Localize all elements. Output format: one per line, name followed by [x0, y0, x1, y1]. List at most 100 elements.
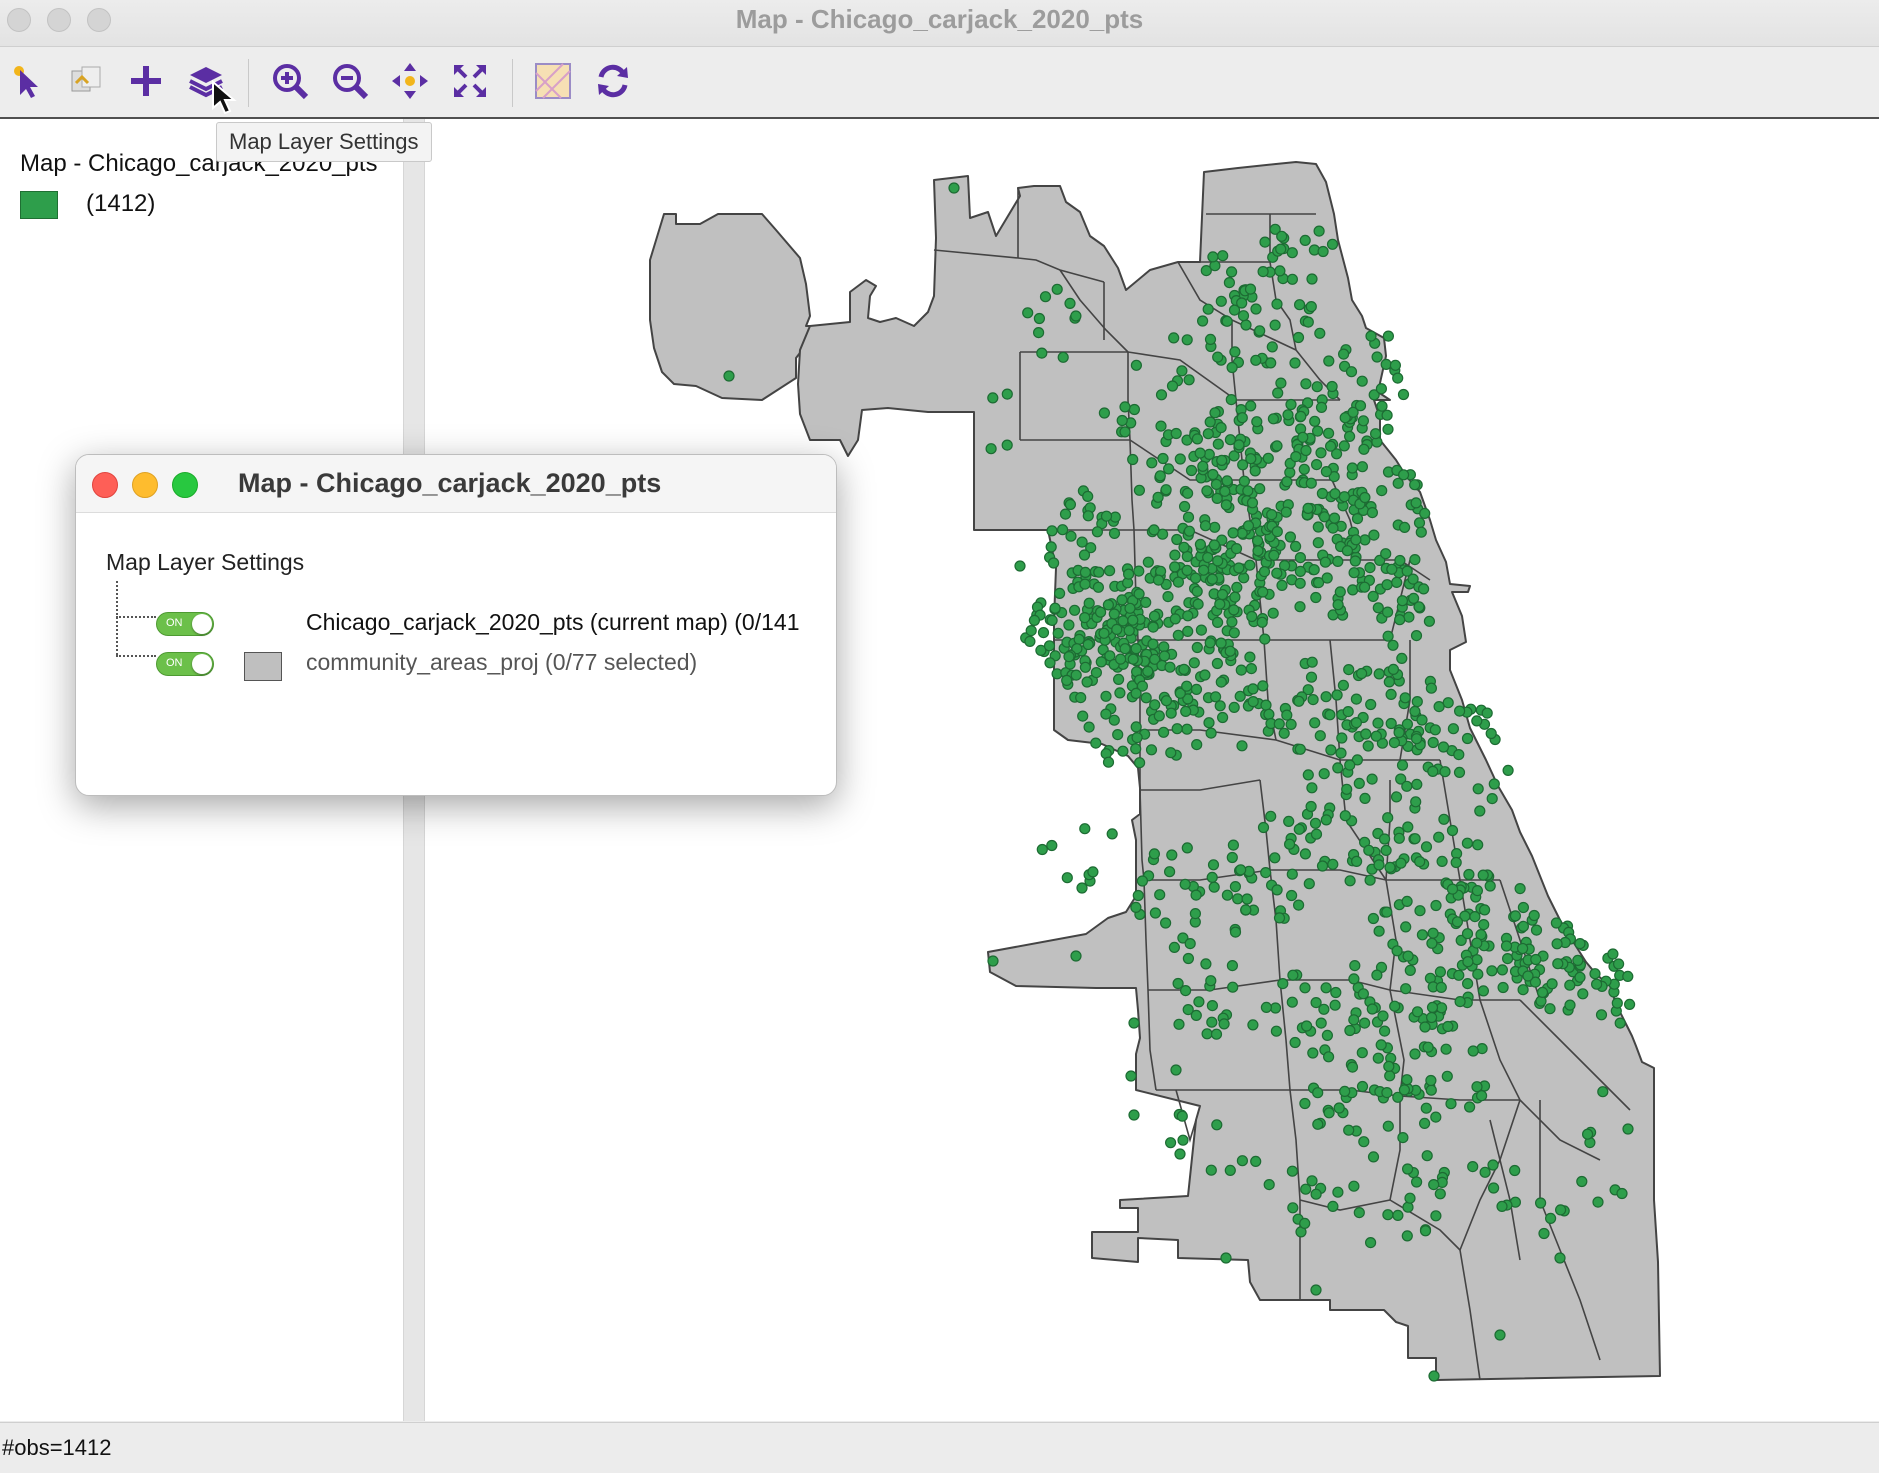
carjack-point[interactable]	[1039, 291, 1052, 303]
carjack-point[interactable]	[1242, 485, 1254, 497]
carjack-point[interactable]	[1073, 633, 1085, 646]
dialog-zoom-button[interactable]	[172, 472, 198, 498]
carjack-point[interactable]	[1494, 1329, 1506, 1341]
carjack-point[interactable]	[1233, 439, 1245, 451]
carjack-point[interactable]	[1346, 1061, 1359, 1073]
carjack-point[interactable]	[1269, 319, 1281, 331]
carjack-point[interactable]	[1271, 526, 1283, 538]
carjack-point[interactable]	[1427, 736, 1439, 749]
carjack-point[interactable]	[1399, 692, 1411, 704]
carjack-point[interactable]	[1415, 526, 1427, 538]
carjack-point[interactable]	[1381, 606, 1394, 618]
carjack-point[interactable]	[1043, 640, 1056, 652]
carjack-point[interactable]	[1303, 878, 1315, 890]
carjack-point[interactable]	[1463, 868, 1475, 881]
carjack-point[interactable]	[1306, 656, 1318, 668]
carjack-point[interactable]	[1193, 996, 1205, 1008]
carjack-point[interactable]	[1236, 740, 1248, 752]
carjack-point[interactable]	[1079, 578, 1091, 590]
carjack-point[interactable]	[1212, 555, 1224, 567]
carjack-point[interactable]	[1170, 1064, 1182, 1076]
carjack-point[interactable]	[1149, 699, 1161, 711]
carjack-point[interactable]	[1247, 683, 1259, 695]
carjack-point[interactable]	[1364, 562, 1376, 574]
carjack-point[interactable]	[1323, 355, 1335, 367]
carjack-point[interactable]	[1365, 330, 1377, 342]
carjack-point[interactable]	[1312, 521, 1324, 533]
carjack-point[interactable]	[1163, 866, 1176, 878]
legend-swatch[interactable]	[20, 191, 58, 219]
carjack-point[interactable]	[1226, 616, 1238, 628]
carjack-point[interactable]	[1401, 1074, 1413, 1086]
carjack-point[interactable]	[1227, 527, 1239, 539]
zoom-out-button[interactable]	[328, 59, 372, 103]
carjack-point[interactable]	[1208, 881, 1220, 893]
carjack-point[interactable]	[1191, 738, 1203, 751]
carjack-point[interactable]	[1157, 452, 1169, 465]
carjack-point[interactable]	[1390, 791, 1403, 803]
carjack-point[interactable]	[1215, 637, 1227, 649]
carjack-point[interactable]	[1496, 1200, 1508, 1213]
carjack-point[interactable]	[1206, 1016, 1218, 1028]
carjack-point[interactable]	[1467, 1160, 1479, 1173]
carjack-point[interactable]	[1302, 769, 1314, 781]
carjack-point[interactable]	[1298, 463, 1310, 475]
carjack-point[interactable]	[1001, 388, 1013, 400]
carjack-point[interactable]	[1401, 780, 1413, 792]
carjack-point[interactable]	[1285, 889, 1298, 902]
carjack-point[interactable]	[1413, 601, 1425, 613]
carjack-point[interactable]	[1273, 912, 1286, 924]
carjack-point[interactable]	[1419, 507, 1431, 519]
carjack-point[interactable]	[1216, 588, 1229, 601]
carjack-point[interactable]	[1319, 556, 1332, 568]
carjack-point[interactable]	[1416, 714, 1428, 726]
carjack-point[interactable]	[1484, 880, 1496, 892]
carjack-point[interactable]	[1343, 430, 1356, 442]
carjack-point[interactable]	[1453, 969, 1465, 981]
carjack-point[interactable]	[1437, 741, 1450, 753]
carjack-point[interactable]	[1181, 842, 1193, 854]
carjack-point[interactable]	[1293, 695, 1305, 707]
carjack-point[interactable]	[1364, 874, 1376, 886]
carjack-point[interactable]	[1106, 828, 1118, 840]
carjack-point[interactable]	[1190, 889, 1202, 901]
carjack-point[interactable]	[1325, 744, 1337, 756]
carjack-point[interactable]	[1201, 1028, 1213, 1040]
carjack-point[interactable]	[1251, 535, 1264, 547]
carjack-point[interactable]	[1403, 611, 1415, 623]
carjack-point[interactable]	[1045, 541, 1057, 553]
carjack-point[interactable]	[1132, 889, 1144, 902]
carjack-point[interactable]	[1273, 718, 1285, 730]
carjack-point[interactable]	[1338, 440, 1350, 452]
carjack-point[interactable]	[1052, 627, 1064, 639]
carjack-point[interactable]	[1116, 414, 1128, 427]
carjack-point[interactable]	[1382, 423, 1394, 435]
carjack-point[interactable]	[1254, 325, 1266, 337]
pan-button[interactable]	[388, 59, 432, 103]
carjack-point[interactable]	[1286, 868, 1298, 880]
carjack-point[interactable]	[1201, 485, 1213, 497]
carjack-point[interactable]	[1100, 510, 1113, 522]
carjack-point[interactable]	[1350, 693, 1363, 705]
carjack-point[interactable]	[1454, 995, 1466, 1008]
carjack-point[interactable]	[1206, 999, 1219, 1012]
carjack-point[interactable]	[1607, 948, 1619, 960]
carjack-point[interactable]	[1036, 347, 1048, 359]
carjack-point[interactable]	[1204, 333, 1217, 345]
carjack-point[interactable]	[1075, 691, 1087, 704]
carjack-point[interactable]	[1190, 1009, 1202, 1022]
carjack-point[interactable]	[1409, 1048, 1421, 1060]
carjack-point[interactable]	[1217, 250, 1229, 262]
carjack-point[interactable]	[1165, 707, 1177, 719]
carjack-point[interactable]	[1082, 638, 1094, 651]
carjack-point[interactable]	[1022, 307, 1034, 319]
carjack-point[interactable]	[1215, 422, 1227, 434]
carjack-point[interactable]	[1174, 453, 1186, 465]
carjack-point[interactable]	[1442, 697, 1454, 709]
carjack-point[interactable]	[1070, 310, 1082, 322]
carjack-point[interactable]	[1471, 1081, 1483, 1093]
carjack-point[interactable]	[1209, 521, 1221, 533]
carjack-point[interactable]	[1244, 651, 1256, 663]
carjack-point[interactable]	[1207, 468, 1219, 481]
carjack-point[interactable]	[1147, 638, 1159, 650]
